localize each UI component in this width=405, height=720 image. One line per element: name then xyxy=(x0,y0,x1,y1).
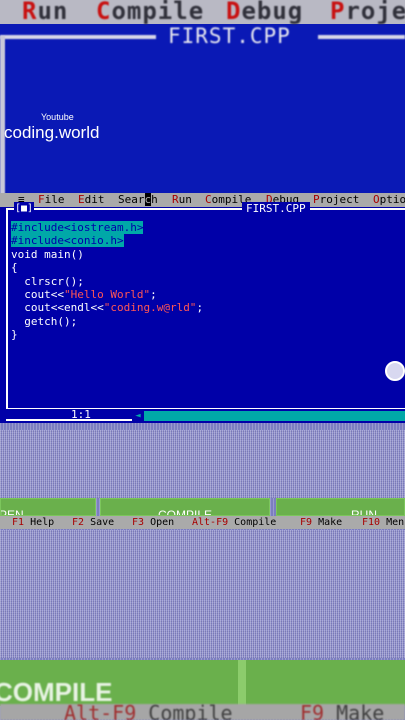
code-line: cout<<"Hello World"; xyxy=(11,288,157,302)
fkey-make[interactable]: F9 Make xyxy=(300,516,342,529)
editor-status-bar: 1:1 ◄ xyxy=(6,409,405,421)
fkey-save[interactable]: F2 Save xyxy=(72,516,114,529)
fkey-menu[interactable]: F10 Men xyxy=(362,516,404,529)
dithered-band xyxy=(0,430,405,498)
editor-title-bar: [■] FIRST.CPP xyxy=(8,202,405,216)
ide-window: ≡ File Edit Search Run Compile Debug Pro… xyxy=(0,193,405,425)
code-line: } xyxy=(11,328,18,342)
string-literal: "Hello World" xyxy=(63,288,151,302)
code-line: { xyxy=(11,261,18,275)
horizontal-scrollbar[interactable]: ◄ xyxy=(132,411,405,421)
open-button[interactable]: PEN xyxy=(0,498,96,516)
zoomed-menu-run: Run xyxy=(22,0,69,25)
fkey-compile[interactable]: Alt-F9 Compile xyxy=(192,516,276,529)
button-divider xyxy=(238,660,246,706)
code-line: clrscr(); xyxy=(11,274,84,288)
zoomed-frame-line xyxy=(0,35,156,39)
code-line: void main() xyxy=(11,247,84,261)
zoomed-title-row: FIRST.CPP xyxy=(0,24,405,48)
zoomed-window-title: FIRST.CPP xyxy=(168,24,291,48)
zoomed-fkey-compile: Alt-F9 Compile xyxy=(64,704,233,720)
watermark-channel: Youtube xyxy=(41,112,74,122)
zoomed-menubar: Run Compile Debug Proje xyxy=(0,0,405,25)
scroll-left-arrow-icon[interactable]: ◄ xyxy=(132,411,144,421)
fkey-help[interactable]: F1 Help xyxy=(12,516,54,529)
zoomed-function-key-bar: Alt-F9 Compile F9 Make xyxy=(0,704,405,720)
zoomed-screen-top: Run Compile Debug Proje FIRST.CPP Youtub… xyxy=(0,0,405,200)
zoomed-frame-line xyxy=(318,35,405,39)
run-button[interactable]: RUN xyxy=(276,498,405,516)
string-literal: "coding.w@rld" xyxy=(103,301,197,315)
watermark-name: coding.world xyxy=(4,123,100,142)
fkey-open[interactable]: F3 Open xyxy=(132,516,174,529)
code-area[interactable]: #include<iostream.h> #include<conio.h> v… xyxy=(11,221,203,342)
vertical-scroll-thumb[interactable] xyxy=(385,361,405,381)
zoomed-fkey-make: F9 Make xyxy=(300,704,385,720)
code-line: #include<conio.h> xyxy=(11,234,124,248)
watermark: Youtube coding.world xyxy=(4,112,99,143)
zoomed-menu-project: Proje xyxy=(330,0,405,25)
editor-title: FIRST.CPP xyxy=(242,202,310,216)
code-line: getch(); xyxy=(11,314,78,328)
code-line: #include<iostream.h> xyxy=(11,221,144,234)
cursor-position: 1:1 xyxy=(71,408,91,421)
close-window-button[interactable]: [■] xyxy=(14,202,35,216)
zoomed-menu-compile: Compile xyxy=(96,0,205,25)
dithered-band xyxy=(0,530,405,658)
code-line: cout<<endl<<"coding.w@rld"; xyxy=(11,301,204,315)
zoomed-menu-debug: Debug xyxy=(226,0,304,25)
compile-button[interactable]: COMPILE xyxy=(100,498,270,516)
function-key-bar: F1 Help F2 Save F3 Open Alt-F9 Compile F… xyxy=(0,516,405,529)
